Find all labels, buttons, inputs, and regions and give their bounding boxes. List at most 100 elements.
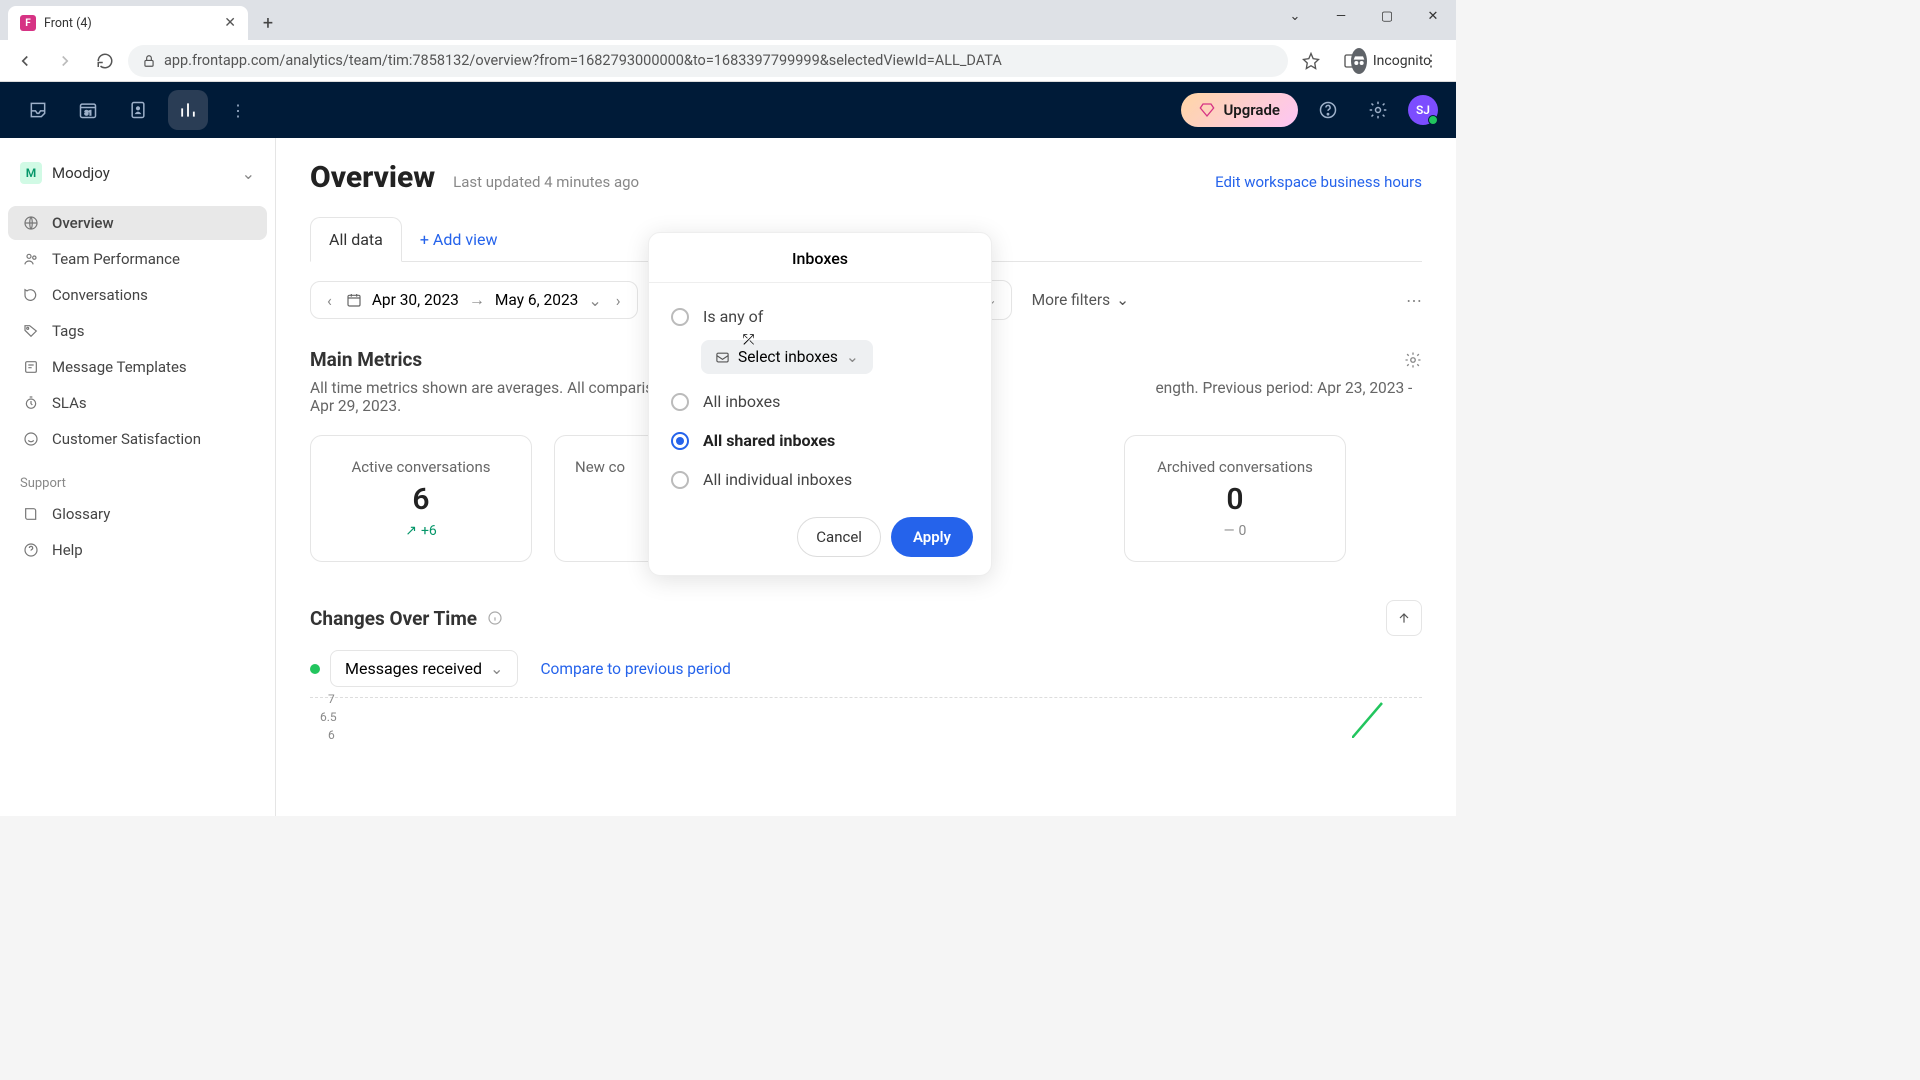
select-inboxes-button[interactable]: Select inboxes ⌄ ⤱ <box>701 340 873 374</box>
sidebar-item-overview[interactable]: Overview <box>8 206 267 240</box>
radio-all-individual-inboxes[interactable]: All individual inboxes <box>669 460 971 499</box>
changes-heading: Changes Over Time <box>310 607 477 630</box>
series-color-dot <box>310 664 320 674</box>
diamond-icon <box>1199 102 1215 118</box>
calendar-nav-icon[interactable]: 31 <box>68 90 108 130</box>
sidebar-item-label: Customer Satisfaction <box>52 430 201 448</box>
page-title: Overview <box>310 160 435 195</box>
radio-icon <box>671 393 689 411</box>
minimize-icon[interactable]: — <box>1318 0 1364 32</box>
sidebar-item-label: Overview <box>52 214 114 232</box>
radio-is-any-of[interactable]: Is any of <box>669 297 971 336</box>
chevron-down-icon: ⌄ <box>846 348 859 366</box>
radio-label: All individual inboxes <box>703 470 852 489</box>
prev-period-icon[interactable]: ‹ <box>323 291 336 310</box>
incognito-icon <box>1351 48 1367 74</box>
metric-delta: — 0 <box>1224 523 1247 539</box>
y-tick: 6 <box>328 728 335 742</box>
new-tab-button[interactable]: + <box>254 9 282 37</box>
sidebar-item-team-performance[interactable]: Team Performance <box>8 242 267 276</box>
sidebar-item-label: Tags <box>52 322 84 340</box>
export-button[interactable] <box>1386 600 1422 636</box>
chat-icon <box>22 287 40 303</box>
upgrade-button[interactable]: Upgrade <box>1181 93 1298 127</box>
metric-card-active[interactable]: Active conversations 6 ↗ +6 <box>310 435 532 562</box>
sidebar-item-label: Conversations <box>52 286 148 304</box>
metric-delta: ↗ +6 <box>405 523 437 539</box>
browser-tab[interactable]: F Front (4) ✕ <box>8 6 248 40</box>
y-tick: 7 <box>328 692 335 706</box>
sidebar-item-label: SLAs <box>52 394 87 412</box>
sidebar-item-conversations[interactable]: Conversations <box>8 278 267 312</box>
sidebar-item-label: Message Templates <box>52 358 187 376</box>
inbox-nav-icon[interactable] <box>18 90 58 130</box>
address-bar[interactable]: app.frontapp.com/analytics/team/tim:7858… <box>128 45 1288 77</box>
chevron-down-icon: ⌄ <box>588 291 601 310</box>
more-filters-button[interactable]: More filters ⌄ <box>1032 291 1129 309</box>
back-button[interactable] <box>8 44 42 78</box>
calendar-icon <box>346 292 362 308</box>
metric-card-archived[interactable]: Archived conversations 0 — 0 <box>1124 435 1346 562</box>
radio-all-inboxes[interactable]: All inboxes <box>669 382 971 421</box>
contacts-nav-icon[interactable] <box>118 90 158 130</box>
sidebar: M Moodjoy ⌄ Overview Team Performance Co… <box>0 138 276 816</box>
sidebar-item-message-templates[interactable]: Message Templates <box>8 350 267 384</box>
workspace-selector[interactable]: M Moodjoy ⌄ <box>8 154 267 192</box>
apply-button[interactable]: Apply <box>891 517 973 557</box>
people-icon <box>22 251 40 267</box>
sidebar-item-slas[interactable]: SLAs <box>8 386 267 420</box>
bookmark-icon[interactable] <box>1294 44 1328 78</box>
radio-icon <box>671 471 689 489</box>
url-text: app.frontapp.com/analytics/team/tim:7858… <box>164 52 1002 69</box>
series-selector[interactable]: Messages received ⌄ <box>330 650 518 687</box>
sidebar-item-customer-satisfaction[interactable]: Customer Satisfaction <box>8 422 267 456</box>
chevron-down-icon: ⌄ <box>242 164 255 183</box>
tab-title: Front (4) <box>44 16 216 31</box>
radio-label: Is any of <box>703 307 763 326</box>
chevron-down-icon: ⌄ <box>490 659 503 678</box>
date-range-picker[interactable]: ‹ Apr 30, 2023 → May 6, 2023 ⌄ › <box>310 281 638 319</box>
tab-all-data[interactable]: All data <box>310 217 402 262</box>
radio-label: All inboxes <box>703 392 780 411</box>
last-updated: Last updated 4 minutes ago <box>453 173 639 191</box>
more-nav-icon[interactable]: ⋮ <box>218 90 258 130</box>
window-controls: ⌄ — ▢ ✕ <box>1272 0 1456 32</box>
sidebar-item-help[interactable]: Help <box>8 533 267 567</box>
template-icon <box>22 359 40 375</box>
app-topnav: 31 ⋮ Upgrade SJ <box>0 82 1456 138</box>
tabs-dropdown-icon[interactable]: ⌄ <box>1272 0 1318 32</box>
sidebar-section-support: Support <box>8 458 267 497</box>
maximize-icon[interactable]: ▢ <box>1364 0 1410 32</box>
reload-button[interactable] <box>88 44 122 78</box>
info-icon[interactable] <box>487 610 503 626</box>
gear-icon[interactable] <box>1404 351 1422 369</box>
browser-frame: F Front (4) ✕ + ⌄ — ▢ ✕ app.frontapp.com… <box>0 0 1456 82</box>
cancel-button[interactable]: Cancel <box>797 517 881 557</box>
svg-text:31: 31 <box>85 109 92 117</box>
metric-value: 6 <box>412 482 429 517</box>
sidebar-item-glossary[interactable]: Glossary <box>8 497 267 531</box>
globe-icon <box>22 215 40 231</box>
browser-menu-icon[interactable]: ⋮ <box>1414 44 1448 78</box>
analytics-nav-icon[interactable] <box>168 90 208 130</box>
settings-icon[interactable] <box>1358 90 1398 130</box>
sidebar-item-label: Glossary <box>52 505 110 523</box>
incognito-badge: Incognito <box>1374 44 1408 78</box>
lock-icon <box>142 54 156 68</box>
edit-business-hours-link[interactable]: Edit workspace business hours <box>1215 173 1422 191</box>
close-window-icon[interactable]: ✕ <box>1410 0 1456 32</box>
radio-icon <box>671 308 689 326</box>
overflow-menu-icon[interactable]: ⋯ <box>1406 291 1422 310</box>
chart-area: 7 6.5 6 <box>310 697 1422 757</box>
changes-over-time-header: Changes Over Time <box>310 600 1422 636</box>
next-period-icon[interactable]: › <box>612 291 625 310</box>
radio-all-shared-inboxes[interactable]: All shared inboxes <box>669 421 971 460</box>
add-view-button[interactable]: + Add view <box>402 218 516 261</box>
close-tab-icon[interactable]: ✕ <box>224 15 236 31</box>
forward-button[interactable] <box>48 44 82 78</box>
compare-link[interactable]: Compare to previous period <box>540 660 730 678</box>
sidebar-item-tags[interactable]: Tags <box>8 314 267 348</box>
help-icon[interactable] <box>1308 90 1348 130</box>
avatar[interactable]: SJ <box>1408 95 1438 125</box>
favicon-icon: F <box>20 15 36 31</box>
